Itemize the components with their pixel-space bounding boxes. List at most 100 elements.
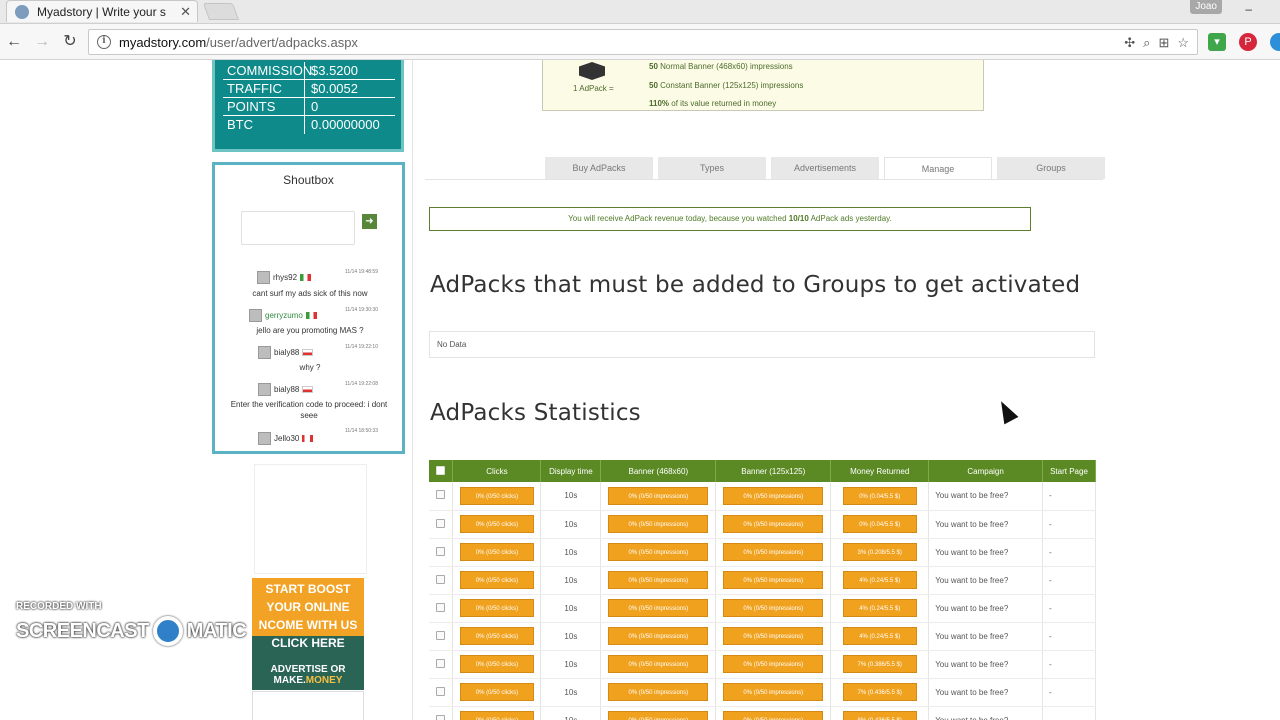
row-checkbox[interactable]	[436, 574, 446, 584]
campaign-name[interactable]: You want to be free?	[935, 660, 1008, 669]
puzzle-icon[interactable]: ✣	[1124, 35, 1135, 51]
table-row[interactable]: 0% (0/50 clicks) 10s 0% (0/50 impressions)…	[429, 510, 1096, 539]
profile-badge[interactable]: Joao	[1190, 0, 1222, 14]
table-row[interactable]: 0% (0/50 clicks) 10s 0% (0/50 impressions)…	[429, 650, 1096, 679]
col-clicks[interactable]: Clicks	[452, 460, 542, 482]
select-all-checkbox[interactable]	[436, 465, 446, 475]
bookmark-star-icon[interactable]: ☆	[1177, 35, 1189, 51]
row-checkbox[interactable]	[436, 602, 446, 612]
table-cell: 0% (0/50 clicks)	[452, 510, 542, 539]
clicks-progress: 0% (0/50 clicks)	[459, 486, 534, 505]
col-banner-468[interactable]: Banner (468x60)	[600, 460, 717, 482]
avatar	[249, 309, 262, 322]
table-cell: You want to be free?	[928, 678, 1043, 707]
shout-time: 11/14 19:22:08	[345, 381, 378, 387]
info-icon[interactable]: i	[97, 35, 111, 49]
table-cell: 3% (0.208/5.5 $)	[830, 538, 930, 567]
shoutbox-input[interactable]	[241, 211, 355, 245]
col-money-returned[interactable]: Money Returned	[830, 460, 930, 482]
tab-buy-adpacks[interactable]: Buy AdPacks	[545, 157, 653, 179]
adpack-label: 1 AdPack =	[573, 84, 614, 93]
partner-logo-ad[interactable]	[252, 691, 364, 720]
table-cell	[429, 678, 454, 707]
table-row[interactable]: 0% (0/50 clicks) 10s 0% (0/50 impressions)…	[429, 622, 1096, 651]
pinterest-icon[interactable]: P	[1239, 33, 1257, 51]
watermark-recorded: RECORDED WITH	[16, 601, 102, 612]
row-checkbox[interactable]	[436, 686, 446, 696]
table-cell: 0% (0/50 impressions)	[600, 538, 717, 567]
table-cell: 4% (0.24/5.5 $)	[830, 594, 930, 623]
row-checkbox[interactable]	[436, 518, 446, 528]
shout-user[interactable]: gerryzumo	[265, 311, 303, 320]
campaign-name[interactable]: You want to be free?	[935, 604, 1008, 613]
col-display-time[interactable]: Display time	[540, 460, 602, 482]
table-row[interactable]: 0% (0/50 clicks) 10s 0% (0/50 impressions)…	[429, 538, 1096, 567]
table-cell	[429, 538, 454, 567]
campaign-name[interactable]: You want to be free?	[935, 716, 1008, 720]
col-start-page[interactable]: Start Page	[1042, 460, 1096, 482]
tab-title: Myadstory | Write your s	[37, 4, 166, 19]
ad-subline-make: MAKE.	[273, 675, 306, 686]
table-row[interactable]: 0% (0/50 clicks) 10s 0% (0/50 impressions)…	[429, 482, 1096, 511]
tab-types[interactable]: Types	[658, 157, 766, 179]
shout-text: Enter the verification code to proceed: …	[230, 400, 388, 420]
banner-468-progress: 0% (0/50 impressions)	[608, 655, 709, 673]
col-banner-125[interactable]: Banner (125x125)	[715, 460, 832, 482]
table-row[interactable]: 0% (0/50 clicks) 10s 0% (0/50 impressions)…	[429, 678, 1096, 707]
row-checkbox[interactable]	[436, 658, 446, 668]
stat-value: 0.00000000	[311, 117, 380, 132]
row-checkbox[interactable]	[436, 490, 446, 500]
ad-placeholder[interactable]	[254, 464, 367, 574]
money-progress: 4% (0.24/5.5 $)	[842, 571, 917, 589]
campaign-name[interactable]: You want to be free?	[935, 548, 1008, 557]
banner-468-progress: 0% (0/50 impressions)	[608, 486, 709, 505]
browser-tab-bar: Myadstory | Write your s ✕ Joao –	[0, 0, 1280, 24]
tab-advertisements[interactable]: Advertisements	[771, 157, 879, 179]
forward-icon[interactable]: →	[32, 32, 52, 52]
table-row[interactable]: 0% (0/50 clicks) 10s 0% (0/50 impressions)…	[429, 594, 1096, 623]
table-cell: 0% (0/50 impressions)	[715, 510, 832, 539]
extension-blue-icon[interactable]	[1270, 33, 1280, 51]
reload-icon[interactable]: ↻	[60, 32, 80, 52]
tab-close-icon[interactable]: ✕	[180, 4, 191, 20]
shout-user[interactable]: Jello30	[274, 434, 299, 443]
campaign-name[interactable]: You want to be free?	[935, 688, 1008, 697]
table-cell: -	[1042, 566, 1096, 595]
col-campaign[interactable]: Campaign	[928, 460, 1043, 482]
new-tab-button[interactable]	[202, 3, 240, 20]
send-icon[interactable]: ➜	[362, 214, 377, 229]
campaign-name[interactable]: You want to be free?	[935, 632, 1008, 641]
no-data-row: No Data	[429, 331, 1095, 358]
back-icon[interactable]: ←	[4, 32, 24, 52]
table-row[interactable]: 0% (0/50 clicks) 10s 0% (0/50 impressions)…	[429, 706, 1096, 720]
browser-tab[interactable]: Myadstory | Write your s ✕	[6, 0, 198, 22]
campaign-name[interactable]: You want to be free?	[935, 491, 1008, 500]
zoom-icon[interactable]: ⌕	[1143, 35, 1150, 51]
revenue-notice: You will receive AdPack revenue today, b…	[429, 207, 1031, 231]
table-cell: 0% (0/50 clicks)	[452, 678, 542, 707]
row-checkbox[interactable]	[436, 546, 446, 556]
shout-time: 11/14 19:48:59	[345, 269, 378, 275]
shout-user[interactable]: rhys92	[273, 273, 297, 282]
row-checkbox[interactable]	[436, 630, 446, 640]
row-checkbox[interactable]	[436, 714, 446, 720]
tab-manage[interactable]: Manage	[884, 157, 992, 179]
money-progress: 3% (0.208/5.5 $)	[842, 543, 917, 561]
address-bar[interactable]: i myadstory.com /user/advert/adpacks.asp…	[88, 29, 1198, 55]
shout-user[interactable]: bialy88	[274, 348, 299, 357]
display-time: 10s	[564, 603, 578, 613]
shout-user[interactable]: bialy88	[274, 385, 299, 394]
tab-groups[interactable]: Groups	[997, 157, 1105, 179]
campaign-name[interactable]: You want to be free?	[935, 520, 1008, 529]
boost-banner-ad[interactable]: START BOOST YOUR ONLINE NCOME WITH US CL…	[252, 578, 364, 690]
extension-icon[interactable]: ▾	[1208, 33, 1226, 51]
banner-125-progress: 0% (0/50 impressions)	[723, 711, 824, 720]
translate-icon[interactable]: ⊞	[1158, 35, 1169, 51]
ad-headline: START BOOST YOUR ONLINE NCOME WITH US CL…	[258, 582, 358, 650]
campaign-name[interactable]: You want to be free?	[935, 576, 1008, 585]
table-row[interactable]: 0% (0/50 clicks) 10s 0% (0/50 impressions)…	[429, 566, 1096, 595]
table-cell: 0% (0.04/5.5 $)	[830, 482, 930, 511]
table-cell: 0% (0/50 impressions)	[600, 594, 717, 623]
money-progress: 0% (0.04/5.5 $)	[842, 486, 917, 505]
minimize-button[interactable]: –	[1245, 2, 1252, 16]
